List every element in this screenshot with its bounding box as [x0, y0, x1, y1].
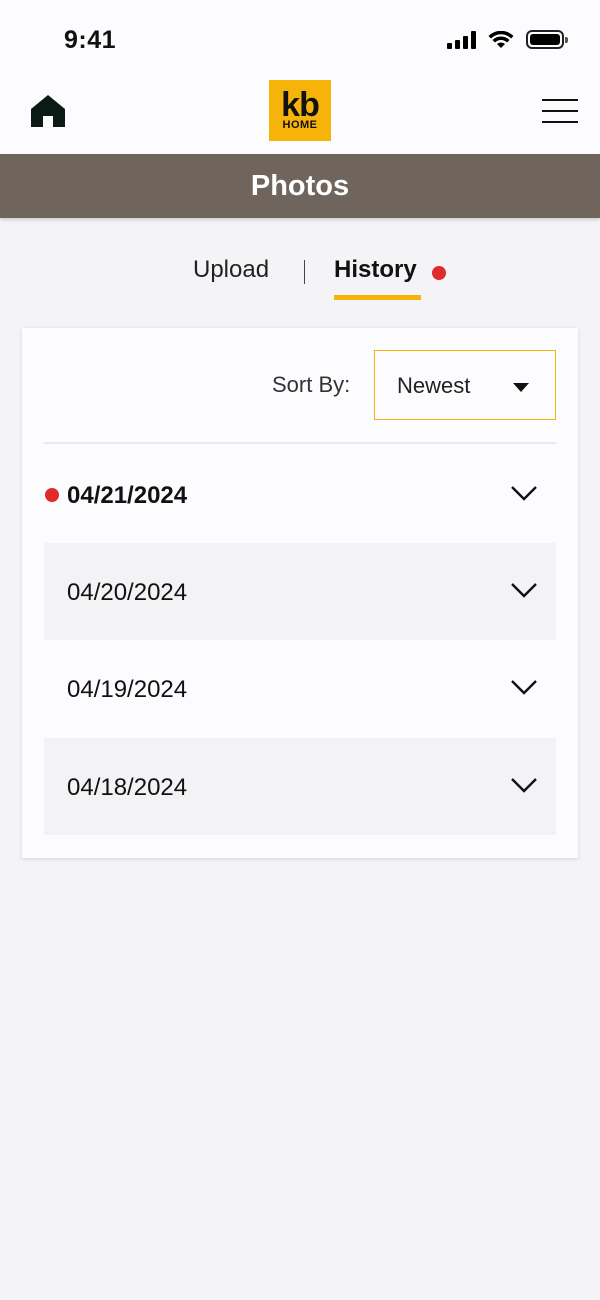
history-card: Sort By: Newest 04/21/2024 04/20/2024 04… [22, 328, 578, 858]
history-row[interactable]: 04/18/2024 [44, 738, 556, 835]
hamburger-menu-icon[interactable] [542, 99, 578, 123]
tab-history[interactable]: History [334, 256, 417, 284]
logo-text-kb: kb [281, 85, 320, 124]
sort-label: Sort By: [272, 372, 351, 397]
status-bar: 9:41 [0, 0, 600, 72]
battery-icon [526, 30, 568, 49]
active-tab-indicator [334, 295, 421, 300]
history-row[interactable]: 04/19/2024 [44, 640, 556, 737]
status-time: 9:41 [64, 26, 117, 54]
history-row[interactable]: 04/20/2024 [44, 543, 556, 640]
tab-separator [304, 260, 305, 284]
wifi-icon [488, 30, 514, 48]
divider [44, 442, 556, 444]
chevron-down-icon[interactable] [510, 678, 538, 696]
tab-upload[interactable]: Upload [193, 256, 269, 284]
sort-dropdown[interactable]: Newest [374, 350, 556, 420]
tab-bar: Upload History [0, 254, 600, 304]
chevron-down-icon[interactable] [510, 776, 538, 794]
cellular-signal-icon [447, 30, 476, 49]
page-title-bar: Photos [0, 154, 600, 218]
kb-home-logo[interactable]: kb HOME [269, 80, 331, 141]
notification-dot [432, 266, 446, 280]
chevron-down-icon[interactable] [510, 484, 538, 502]
history-date: 04/18/2024 [67, 774, 188, 801]
caret-down-icon [513, 383, 529, 392]
history-date: 04/19/2024 [67, 676, 188, 703]
unread-dot [45, 488, 59, 502]
status-icons [447, 30, 568, 49]
app-bar: kb HOME [0, 72, 600, 154]
history-date: 04/21/2024 [67, 482, 188, 509]
logo-text-home: HOME [282, 118, 318, 131]
history-row[interactable]: 04/21/2024 [44, 446, 556, 543]
chevron-down-icon[interactable] [510, 581, 538, 599]
history-date: 04/20/2024 [67, 579, 188, 606]
home-icon[interactable] [30, 94, 66, 128]
sort-selected-value: Newest [397, 373, 471, 398]
page-title: Photos [250, 169, 350, 202]
